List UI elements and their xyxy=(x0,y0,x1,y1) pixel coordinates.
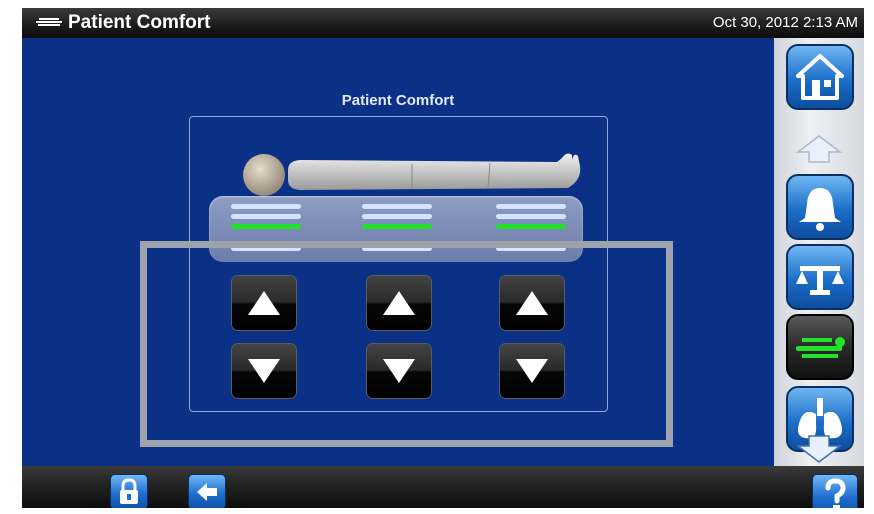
bed-mini-icon xyxy=(36,18,62,26)
date-time: Oct 30, 2012 2:13 AM xyxy=(712,14,858,31)
level-bar-active xyxy=(231,224,301,229)
scale-icon xyxy=(796,266,844,295)
right-navigation-rail xyxy=(774,38,864,466)
level-bar-active xyxy=(496,224,566,229)
lock-icon xyxy=(120,478,138,504)
back-button[interactable] xyxy=(188,474,226,508)
level-bar xyxy=(231,204,301,209)
level-bar-active xyxy=(362,224,432,229)
title-bar: Patient Comfort Oct 30, 2012 2:13 AM xyxy=(22,8,864,38)
level-bar xyxy=(362,214,432,219)
panel-title: Patient Comfort xyxy=(341,92,455,109)
scale-button[interactable] xyxy=(786,244,854,310)
arrow-up-icon xyxy=(248,291,280,315)
scroll-up-arrow-icon[interactable] xyxy=(794,134,844,164)
alarm-button[interactable] xyxy=(786,174,854,240)
head-zone-up-button[interactable] xyxy=(232,276,296,330)
main-area: Patient Comfort xyxy=(22,38,774,466)
back-arrow-icon xyxy=(197,483,217,501)
arrow-down-icon xyxy=(248,359,280,383)
foot-zone-down-button[interactable] xyxy=(500,344,564,398)
arrow-up-icon xyxy=(383,291,415,315)
lock-button[interactable] xyxy=(110,474,148,508)
help-button[interactable] xyxy=(812,474,858,508)
page-title: Patient Comfort xyxy=(68,12,211,33)
screen: Patient Comfort Oct 30, 2012 2:13 AM Pat… xyxy=(22,8,864,508)
scroll-down-arrow-icon[interactable] xyxy=(794,434,844,464)
bell-icon xyxy=(799,188,841,231)
foot-zone-up-button[interactable] xyxy=(500,276,564,330)
bed-position-button[interactable] xyxy=(786,314,854,380)
home-button[interactable] xyxy=(786,44,854,110)
seat-zone-up-button[interactable] xyxy=(367,276,431,330)
level-bar xyxy=(362,204,432,209)
level-bar xyxy=(496,204,566,209)
patient-figure xyxy=(243,153,581,196)
head-zone-down-button[interactable] xyxy=(232,344,296,398)
arrow-up-icon xyxy=(516,291,548,315)
arrow-down-icon xyxy=(383,359,415,383)
seat-zone-down-button[interactable] xyxy=(367,344,431,398)
level-bar xyxy=(496,214,566,219)
arrow-down-icon xyxy=(516,359,548,383)
home-icon xyxy=(796,54,844,100)
help-icon xyxy=(825,478,846,508)
bottom-bar xyxy=(22,466,864,508)
bed-green-icon xyxy=(796,337,845,358)
level-bar xyxy=(231,214,301,219)
